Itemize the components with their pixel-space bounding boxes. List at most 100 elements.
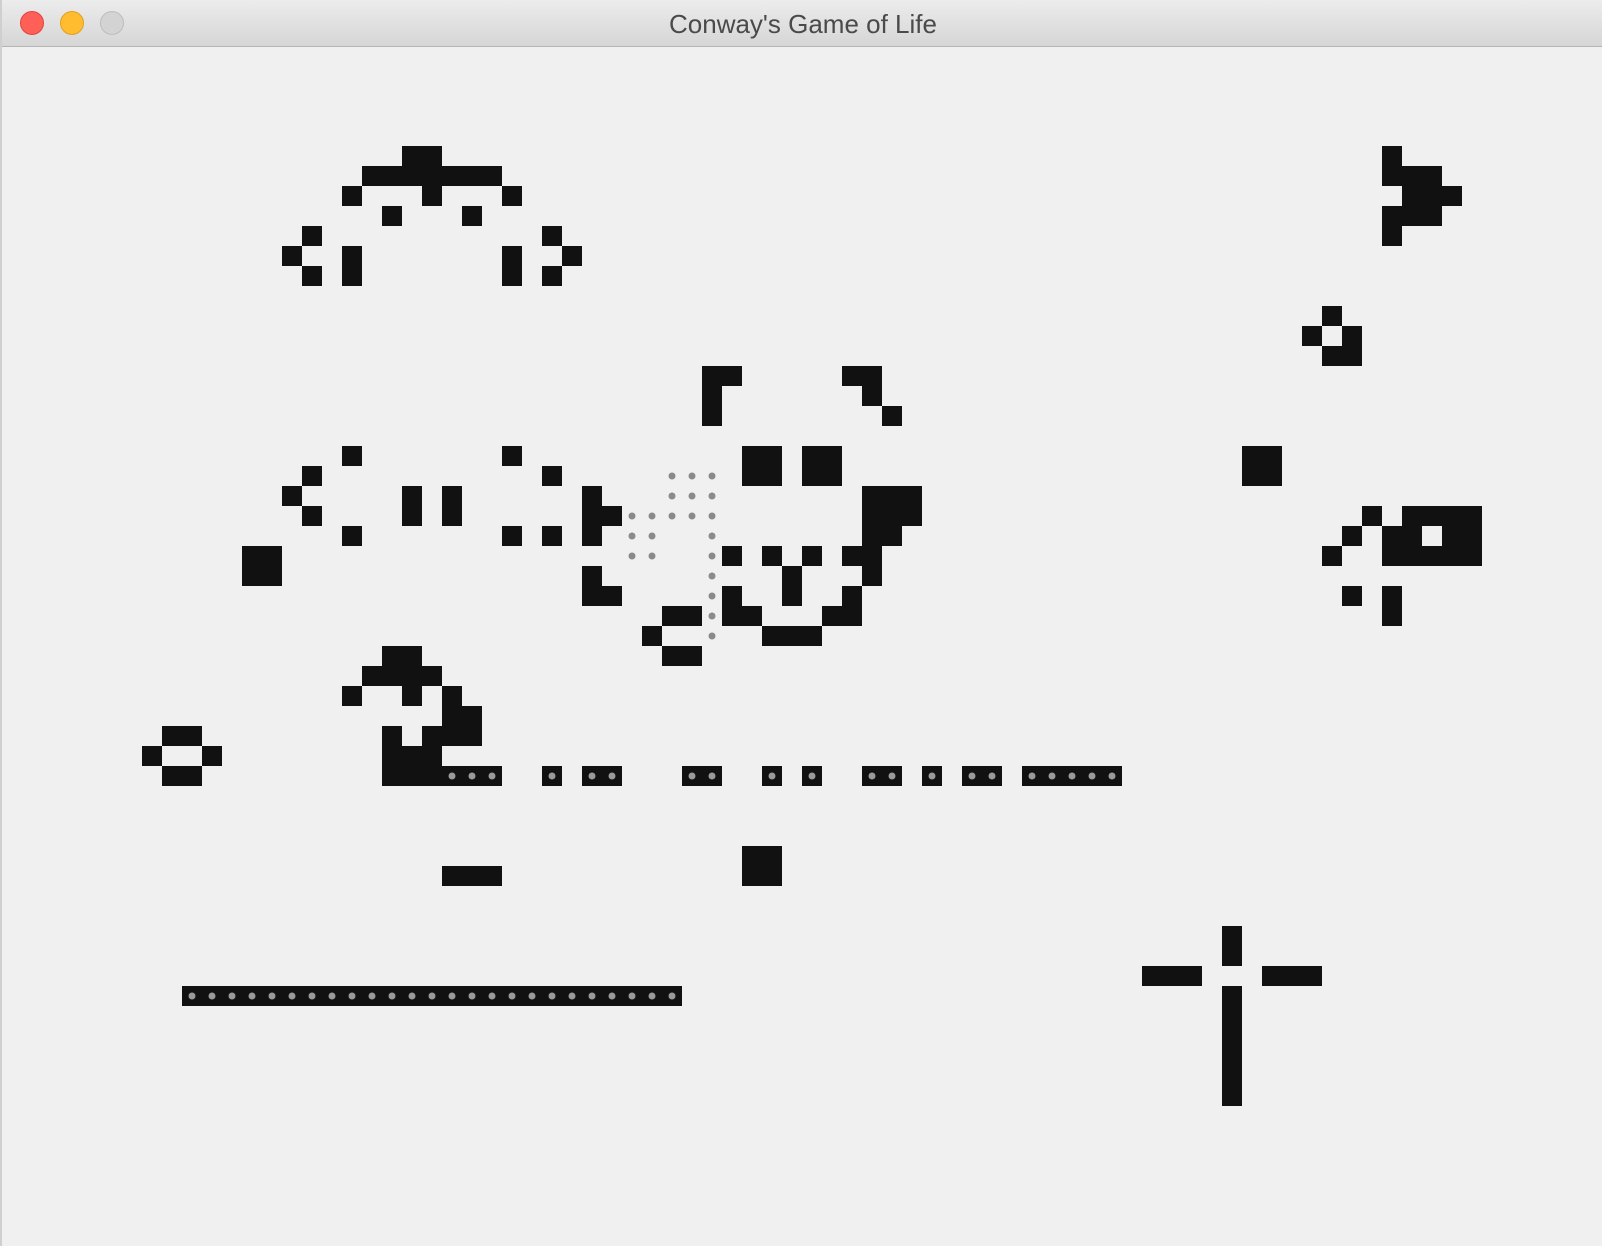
live-cell[interactable] xyxy=(462,706,482,726)
live-cell[interactable] xyxy=(1342,346,1362,366)
live-cell[interactable] xyxy=(782,586,802,606)
live-cell[interactable] xyxy=(422,766,442,786)
live-cell[interactable] xyxy=(442,686,462,706)
live-cell[interactable] xyxy=(762,846,782,866)
live-cell[interactable] xyxy=(382,746,402,766)
live-cell[interactable] xyxy=(1382,146,1402,166)
live-cell[interactable] xyxy=(722,606,742,626)
live-cell[interactable] xyxy=(1322,546,1342,566)
live-cell[interactable] xyxy=(862,546,882,566)
live-cell[interactable] xyxy=(1402,506,1422,526)
live-cell[interactable] xyxy=(1222,926,1242,946)
live-cell[interactable] xyxy=(822,466,842,486)
live-cell[interactable] xyxy=(1462,546,1482,566)
live-cell[interactable] xyxy=(722,586,742,606)
live-cell[interactable] xyxy=(1262,466,1282,486)
live-cell[interactable] xyxy=(1422,546,1442,566)
live-cell[interactable] xyxy=(882,406,902,426)
live-cell[interactable] xyxy=(402,506,422,526)
live-cell[interactable] xyxy=(502,266,522,286)
live-cell[interactable] xyxy=(1382,166,1402,186)
live-cell[interactable] xyxy=(1422,206,1442,226)
live-cell[interactable] xyxy=(502,186,522,206)
live-cell[interactable] xyxy=(302,266,322,286)
live-cell[interactable] xyxy=(682,646,702,666)
live-cell[interactable] xyxy=(1442,506,1462,526)
live-cell[interactable] xyxy=(862,386,882,406)
live-cell[interactable] xyxy=(662,606,682,626)
live-cell[interactable] xyxy=(1462,506,1482,526)
live-cell[interactable] xyxy=(642,626,662,646)
live-cell[interactable] xyxy=(1402,526,1422,546)
live-cell[interactable] xyxy=(1442,526,1462,546)
live-cell[interactable] xyxy=(342,526,362,546)
live-cell[interactable] xyxy=(382,206,402,226)
live-cell[interactable] xyxy=(1402,546,1422,566)
live-cell[interactable] xyxy=(1162,966,1182,986)
live-cell[interactable] xyxy=(442,486,462,506)
live-cell[interactable] xyxy=(442,866,462,886)
live-cell[interactable] xyxy=(542,466,562,486)
live-cell[interactable] xyxy=(742,446,762,466)
live-cell[interactable] xyxy=(282,486,302,506)
live-cell[interactable] xyxy=(1382,226,1402,246)
life-board[interactable] xyxy=(2,46,1602,1246)
live-cell[interactable] xyxy=(1382,586,1402,606)
live-cell[interactable] xyxy=(562,246,582,266)
live-cell[interactable] xyxy=(202,746,222,766)
live-cell[interactable] xyxy=(602,586,622,606)
live-cell[interactable] xyxy=(342,246,362,266)
live-cell[interactable] xyxy=(162,766,182,786)
live-cell[interactable] xyxy=(1342,586,1362,606)
live-cell[interactable] xyxy=(802,446,822,466)
live-cell[interactable] xyxy=(342,686,362,706)
live-cell[interactable] xyxy=(862,486,882,506)
live-cell[interactable] xyxy=(442,726,462,746)
live-cell[interactable] xyxy=(802,626,822,646)
live-cell[interactable] xyxy=(442,506,462,526)
live-cell[interactable] xyxy=(582,526,602,546)
live-cell[interactable] xyxy=(702,406,722,426)
live-cell[interactable] xyxy=(402,666,422,686)
live-cell[interactable] xyxy=(762,546,782,566)
live-cell[interactable] xyxy=(1382,546,1402,566)
live-cell[interactable] xyxy=(402,766,422,786)
live-cell[interactable] xyxy=(582,566,602,586)
live-cell[interactable] xyxy=(722,546,742,566)
live-cell[interactable] xyxy=(1222,1046,1242,1066)
live-cell[interactable] xyxy=(1242,446,1262,466)
live-cell[interactable] xyxy=(1222,1026,1242,1046)
live-cell[interactable] xyxy=(422,186,442,206)
live-cell[interactable] xyxy=(1322,306,1342,326)
live-cell[interactable] xyxy=(402,486,422,506)
live-cell[interactable] xyxy=(742,606,762,626)
live-cell[interactable] xyxy=(1462,526,1482,546)
live-cell[interactable] xyxy=(1182,966,1202,986)
live-cell[interactable] xyxy=(702,386,722,406)
live-cell[interactable] xyxy=(842,586,862,606)
live-cell[interactable] xyxy=(862,566,882,586)
live-cell[interactable] xyxy=(1242,466,1262,486)
live-cell[interactable] xyxy=(462,166,482,186)
live-cell[interactable] xyxy=(682,606,702,626)
live-cell[interactable] xyxy=(862,366,882,386)
live-cell[interactable] xyxy=(602,506,622,526)
live-cell[interactable] xyxy=(362,666,382,686)
live-cell[interactable] xyxy=(502,446,522,466)
live-cell[interactable] xyxy=(1402,186,1422,206)
live-cell[interactable] xyxy=(282,246,302,266)
live-cell[interactable] xyxy=(262,566,282,586)
live-cell[interactable] xyxy=(1222,1066,1242,1086)
live-cell[interactable] xyxy=(402,746,422,766)
live-cell[interactable] xyxy=(342,446,362,466)
live-cell[interactable] xyxy=(882,486,902,506)
live-cell[interactable] xyxy=(382,166,402,186)
live-cell[interactable] xyxy=(1362,506,1382,526)
live-cell[interactable] xyxy=(1382,606,1402,626)
live-cell[interactable] xyxy=(1402,166,1422,186)
live-cell[interactable] xyxy=(762,446,782,466)
live-cell[interactable] xyxy=(1222,1006,1242,1026)
live-cell[interactable] xyxy=(1222,946,1242,966)
live-cell[interactable] xyxy=(422,746,442,766)
live-cell[interactable] xyxy=(1442,546,1462,566)
